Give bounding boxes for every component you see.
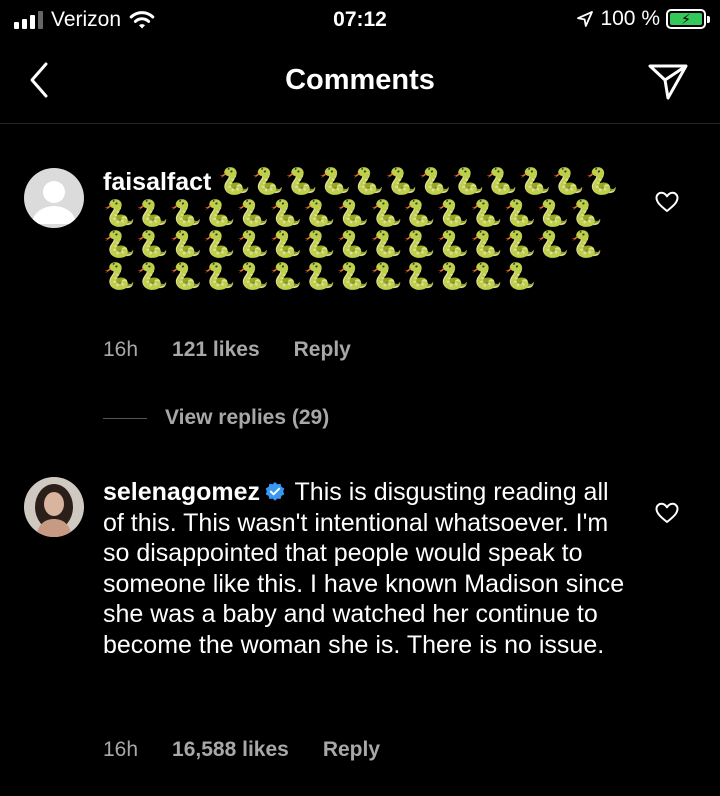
charging-bolt-icon: ⚡ xyxy=(681,11,691,27)
status-bar: Verizon 07:12 100 % ⚡ xyxy=(0,0,720,40)
heart-icon[interactable] xyxy=(654,190,680,214)
reply-button[interactable]: Reply xyxy=(323,738,380,762)
comment-username[interactable]: faisalfact xyxy=(103,168,211,196)
comment-username[interactable]: selenagomez xyxy=(103,478,260,506)
avatar[interactable] xyxy=(24,477,84,537)
status-bar-right: 100 % ⚡ xyxy=(576,7,710,31)
nav-bar: Comments xyxy=(0,40,720,124)
page-title: Comments xyxy=(285,64,435,96)
battery-icon: ⚡ xyxy=(666,9,710,29)
view-replies-label: View replies (29) xyxy=(165,406,330,429)
comment-meta: 16h 121 likes Reply xyxy=(103,338,351,362)
divider xyxy=(103,417,147,419)
verified-badge-icon xyxy=(265,482,285,501)
comment-item: selenagomez This is disgusting reading a… xyxy=(0,477,720,777)
default-avatar-icon xyxy=(32,181,76,224)
paper-plane-icon[interactable] xyxy=(644,56,692,104)
comment-text-block: faisalfact 🐍🐍🐍🐍🐍🐍🐍🐍🐍🐍🐍🐍🐍🐍🐍🐍🐍🐍🐍🐍🐍🐍🐍🐍🐍🐍🐍🐍🐍… xyxy=(103,166,633,292)
profile-photo xyxy=(24,477,84,537)
comment-item: faisalfact 🐍🐍🐍🐍🐍🐍🐍🐍🐍🐍🐍🐍🐍🐍🐍🐍🐍🐍🐍🐍🐍🐍🐍🐍🐍🐍🐍🐍🐍… xyxy=(0,166,720,436)
comment-meta: 16h 16,588 likes Reply xyxy=(103,738,380,762)
heart-icon[interactable] xyxy=(654,501,680,525)
comment-time: 16h xyxy=(103,738,139,761)
comment-text-block: selenagomez This is disgusting reading a… xyxy=(103,477,633,660)
reply-button[interactable]: Reply xyxy=(294,338,351,362)
location-arrow-icon xyxy=(577,11,594,27)
comment-likes[interactable]: 121 likes xyxy=(172,338,260,362)
battery-fill: ⚡ xyxy=(670,11,702,27)
comment-likes[interactable]: 16,588 likes xyxy=(172,738,289,762)
comment-time: 16h xyxy=(103,338,139,361)
view-replies-button[interactable]: View replies (29) xyxy=(103,406,329,430)
battery-percent: 100 % xyxy=(600,7,660,30)
avatar[interactable] xyxy=(24,168,84,228)
